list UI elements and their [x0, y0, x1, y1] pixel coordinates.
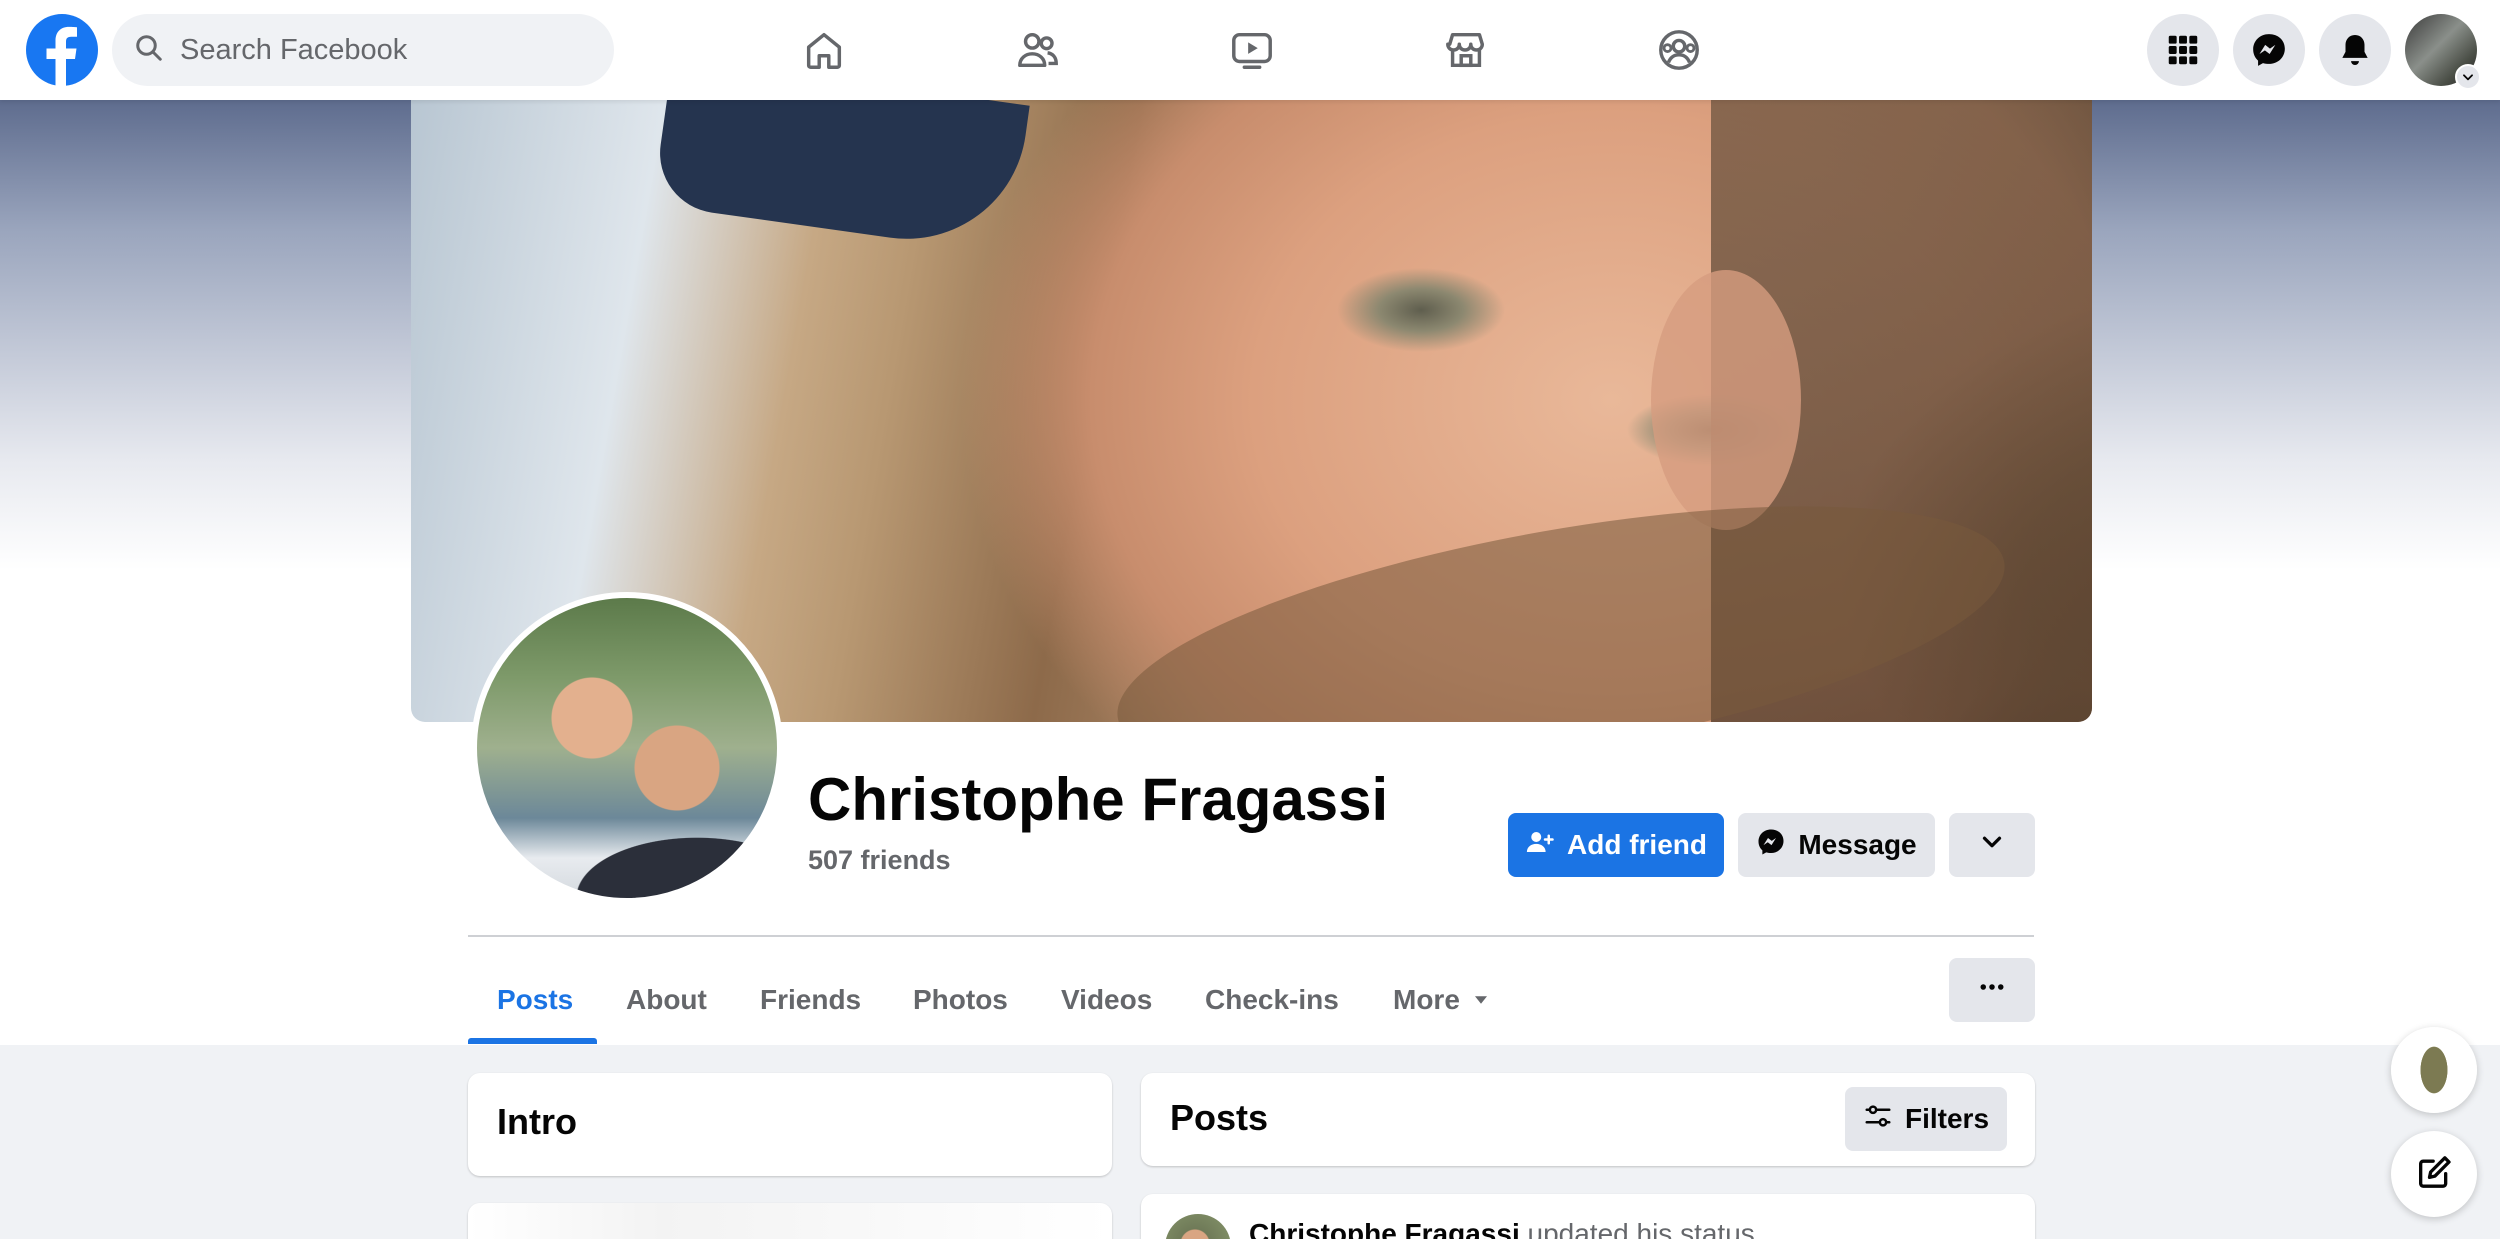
tab-posts[interactable]: Posts — [497, 958, 573, 1042]
intro-secondary-card — [468, 1203, 1112, 1239]
post-author-avatar[interactable] — [1165, 1214, 1231, 1239]
tab-check-ins[interactable]: Check-ins — [1205, 958, 1339, 1042]
messenger-icon — [1756, 827, 1798, 864]
chat-contact-bubble[interactable] — [2391, 1027, 2477, 1113]
chevron-down-icon[interactable] — [2455, 64, 2481, 90]
more-options-icon — [1977, 972, 2007, 1009]
top-navigation-bar — [0, 0, 2500, 100]
tab-photos[interactable]: Photos — [913, 958, 1008, 1042]
post-header-text: Christophe Fragassi updated his status. — [1249, 1218, 1763, 1239]
search-box[interactable] — [112, 14, 614, 86]
posts-title: Posts — [1170, 1097, 1269, 1138]
post-card: Christophe Fragassi updated his status. — [1141, 1194, 2035, 1239]
friends-icon[interactable] — [1006, 18, 1070, 82]
post-author-name[interactable]: Christophe Fragassi — [1249, 1218, 1520, 1239]
tab-more[interactable]: More — [1393, 958, 1490, 1042]
posts-header-card: Posts Filters — [1141, 1073, 2035, 1166]
profile-more-dropdown-button[interactable] — [1949, 813, 2035, 877]
profile-picture[interactable] — [471, 592, 783, 904]
add-friend-label: Add friend — [1567, 829, 1707, 860]
home-icon[interactable] — [792, 18, 856, 82]
search-input[interactable] — [180, 33, 600, 67]
add-friend-button[interactable]: Add friend — [1508, 813, 1724, 877]
filters-label: Filters — [1904, 1103, 1990, 1134]
chevron-down-icon — [1977, 827, 2007, 864]
filters-icon — [1863, 1101, 1905, 1138]
active-tab-indicator — [468, 1038, 597, 1044]
tab-about[interactable]: About — [626, 958, 707, 1042]
add-friend-icon — [1525, 827, 1567, 864]
message-button[interactable]: Message — [1738, 813, 1935, 877]
search-icon — [134, 33, 164, 68]
message-label: Message — [1798, 829, 1917, 860]
intro-title: Intro — [497, 1101, 577, 1142]
groups-icon[interactable] — [1647, 18, 1711, 82]
caret-down-icon — [1460, 984, 1490, 1016]
compose-icon — [2414, 1152, 2454, 1197]
watch-icon[interactable] — [1220, 18, 1284, 82]
post-action-text: updated his status. — [1527, 1218, 1763, 1239]
profile-name: Christophe Fragassi — [808, 766, 1389, 833]
friends-count[interactable]: 507 friends — [808, 845, 951, 876]
tab-friends[interactable]: Friends — [760, 958, 861, 1042]
tab-more-label: More — [1393, 984, 1460, 1015]
facebook-logo-icon[interactable] — [26, 14, 98, 86]
header-divider — [468, 935, 2034, 937]
account-avatar[interactable] — [2405, 14, 2481, 90]
menu-grid-icon[interactable] — [2147, 14, 2219, 86]
new-message-button[interactable] — [2391, 1131, 2477, 1217]
marketplace-icon[interactable] — [1434, 18, 1498, 82]
messenger-icon[interactable] — [2233, 14, 2305, 86]
intro-card: Intro — [468, 1073, 1112, 1176]
filters-button[interactable]: Filters — [1845, 1087, 2007, 1151]
notifications-icon[interactable] — [2319, 14, 2391, 86]
profile-options-button[interactable] — [1949, 958, 2035, 1022]
tab-videos[interactable]: Videos — [1061, 958, 1152, 1042]
